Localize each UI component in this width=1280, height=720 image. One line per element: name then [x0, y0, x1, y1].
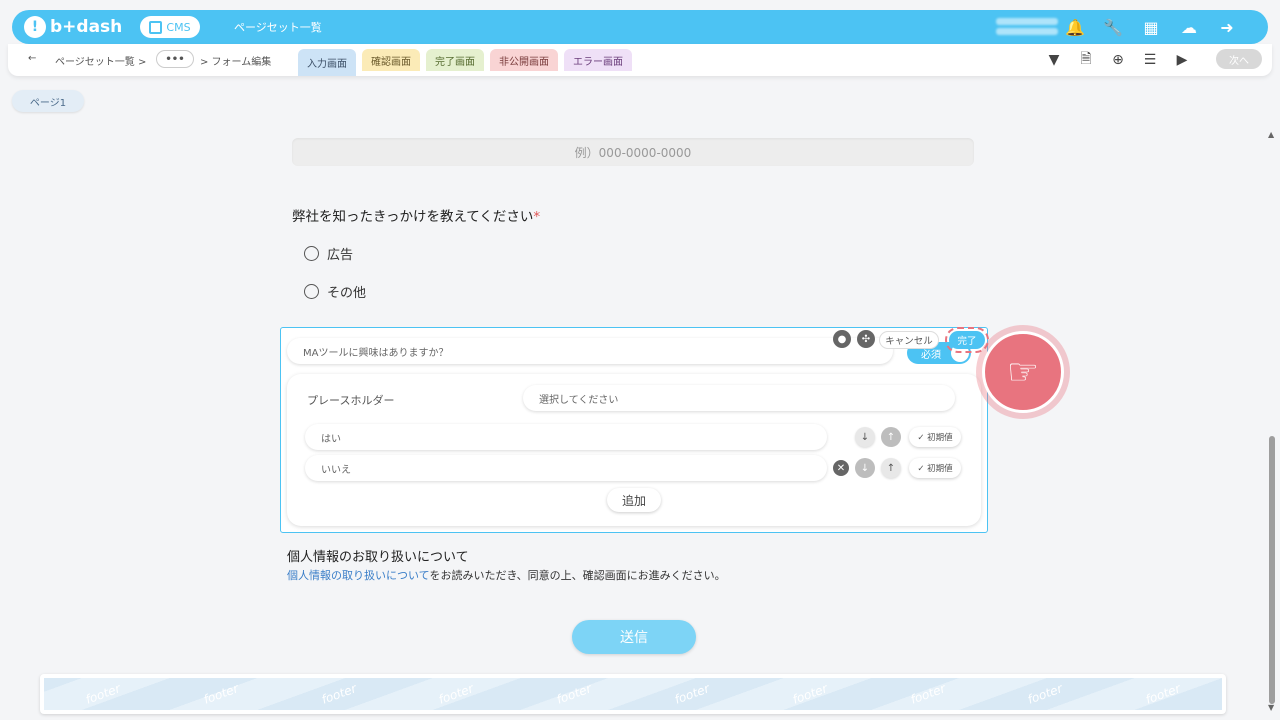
move-up-icon[interactable]: ↑ [881, 458, 901, 478]
privacy-body: をお読みいただき、同意の上、確認画面にお進みください。 [429, 569, 726, 582]
back-arrow-icon[interactable]: ← [28, 53, 36, 64]
tab-input[interactable]: 入力画面 [298, 49, 356, 76]
beginner-mark-icon[interactable]: ▼ [1044, 51, 1064, 69]
question-text: 弊社を知ったきっかけを教えてください [292, 209, 534, 225]
add-option-button[interactable]: 追加 [607, 488, 661, 512]
footer-watermark: footer [319, 681, 358, 707]
scroll-thumb[interactable] [1269, 436, 1275, 704]
footer-pattern: footer footer footer footer footer foote… [44, 678, 1222, 710]
scroll-up-icon[interactable]: ▲ [1268, 130, 1274, 139]
cancel-button[interactable]: キャンセル [879, 331, 939, 349]
footer-watermark: footer [908, 681, 947, 707]
footer-watermark: footer [1143, 681, 1183, 707]
header-title: ページセット一覧 [234, 21, 322, 34]
logout-icon[interactable]: ➜ [1216, 17, 1238, 37]
top-bar: ! b+dash CMS ページセット一覧 🔔 🔧 ▦ ☁ ➜ [12, 10, 1268, 44]
logo-text: b+dash [50, 17, 123, 37]
form-canvas: 例）000-0000-0000 弊社を知ったきっかけを教えてください* 広告 そ… [0, 122, 1264, 720]
scrollbar[interactable]: ▲ ▼ [1268, 130, 1276, 712]
placeholder-input[interactable]: 選択してください [523, 385, 955, 411]
options-box: プレースホルダー 選択してください はい ↓ ↑ ✓ 初期値 いいえ ✕ ↓ ↑… [287, 374, 981, 526]
required-mark: * [533, 209, 541, 225]
move-down-icon[interactable]: ↓ [855, 427, 875, 447]
pointing-hand-icon: ☞ [982, 331, 1064, 413]
cms-button[interactable]: CMS [140, 16, 200, 38]
breadcrumb-bar: ← ページセット一覧 > ••• > フォーム編集 入力画面 確認画面 完了画面… [8, 44, 1272, 76]
question-label: 弊社を知ったきっかけを教えてください* [292, 205, 540, 225]
screen-tabs: 入力画面 確認画面 完了画面 非公開画面 エラー画面 [298, 49, 632, 76]
done-button[interactable]: 完了 [945, 327, 989, 353]
radio-label: 広告 [327, 248, 354, 263]
placeholder-label: プレースホルダー [307, 394, 395, 407]
footer-watermark: footer [790, 681, 829, 707]
radio-option-other[interactable]: その他 [304, 282, 366, 301]
radio-circle[interactable] [304, 284, 319, 299]
add-circle-icon[interactable]: ⊕ [1108, 51, 1128, 69]
privacy-link[interactable]: 個人情報の取り扱いについて [287, 569, 429, 582]
move-down-icon[interactable]: ↓ [855, 458, 875, 478]
logo[interactable]: ! b+dash [24, 15, 122, 39]
page-chip[interactable]: ページ1 [12, 90, 84, 112]
option-input-no[interactable]: いいえ [305, 455, 827, 481]
delete-option-icon[interactable]: ✕ [833, 460, 849, 476]
footer-watermark: footer [1025, 681, 1065, 707]
wrench-icon[interactable]: 🔧 [1102, 17, 1124, 37]
radio-circle[interactable] [304, 246, 319, 261]
edit-icon [149, 20, 163, 34]
scroll-down-icon[interactable]: ▼ [1268, 703, 1274, 712]
phone-input[interactable]: 例）000-0000-0000 [292, 138, 974, 166]
bell-icon[interactable]: 🔔 [1064, 17, 1086, 37]
toolbar-icons: ▼ 🗎 ⊕ ☰ ▶ [1044, 51, 1192, 69]
apps-grid-icon[interactable]: ▦ [1140, 17, 1162, 37]
panel-icons: ● ✣ [833, 330, 875, 348]
radio-option-ad[interactable]: 広告 [304, 244, 353, 263]
settings-list-icon[interactable]: ☰ [1140, 51, 1160, 69]
tab-confirm[interactable]: 確認画面 [362, 49, 420, 71]
preview-play-icon[interactable]: ▶ [1172, 51, 1192, 69]
move-icon[interactable]: ✣ [857, 330, 875, 348]
move-up-icon[interactable]: ↑ [881, 427, 901, 447]
header-icons: 🔔 🔧 ▦ ☁ ➜ [1064, 17, 1238, 37]
default-value-button[interactable]: ✓ 初期値 [909, 427, 961, 447]
support-bot-icon[interactable]: ☁ [1178, 17, 1200, 37]
tab-error[interactable]: エラー画面 [564, 49, 632, 71]
field-title-input[interactable]: MAツールに興味はありますか？ [287, 338, 893, 364]
field-edit-panel: MAツールに興味はありますか？ 必須 ● ✣ キャンセル 完了 プレースホルダー… [280, 327, 989, 533]
radio-label: その他 [327, 286, 367, 301]
tab-complete[interactable]: 完了画面 [426, 49, 484, 71]
footer-watermark: footer [437, 681, 476, 707]
html-file-icon[interactable]: 🗎 [1076, 51, 1096, 69]
footer-watermark: footer [83, 681, 123, 707]
footer-watermark: footer [554, 681, 594, 707]
breadcrumb-form-edit: > フォーム編集 [200, 57, 272, 68]
user-info [996, 15, 1058, 39]
breadcrumb-page-set-list[interactable]: ページセット一覧 > [55, 53, 146, 68]
tap-pointer: ☞ [976, 325, 1070, 419]
tab-private[interactable]: 非公開画面 [490, 49, 558, 71]
breadcrumb-more-button[interactable]: ••• [156, 50, 194, 68]
app-root: ! b+dash CMS ページセット一覧 🔔 🔧 ▦ ☁ ➜ ← ページセット… [0, 0, 1280, 720]
footer-block[interactable]: footer footer footer footer footer foote… [40, 674, 1226, 714]
privacy-title: 個人情報のお取り扱いについて [287, 550, 469, 565]
cms-label: CMS [166, 20, 191, 34]
privacy-text: 個人情報の取り扱いについてをお読みいただき、同意の上、確認画面にお進みください。 [287, 567, 726, 583]
user-icon[interactable]: ● [833, 330, 851, 348]
submit-button[interactable]: 送信 [572, 620, 696, 654]
next-button[interactable]: 次へ [1216, 49, 1262, 69]
footer-watermark: footer [672, 681, 712, 707]
option-input-yes[interactable]: はい [305, 424, 827, 450]
default-value-button[interactable]: ✓ 初期値 [909, 458, 961, 478]
footer-watermark: footer [201, 681, 240, 707]
logo-mark-icon: ! [24, 16, 46, 38]
